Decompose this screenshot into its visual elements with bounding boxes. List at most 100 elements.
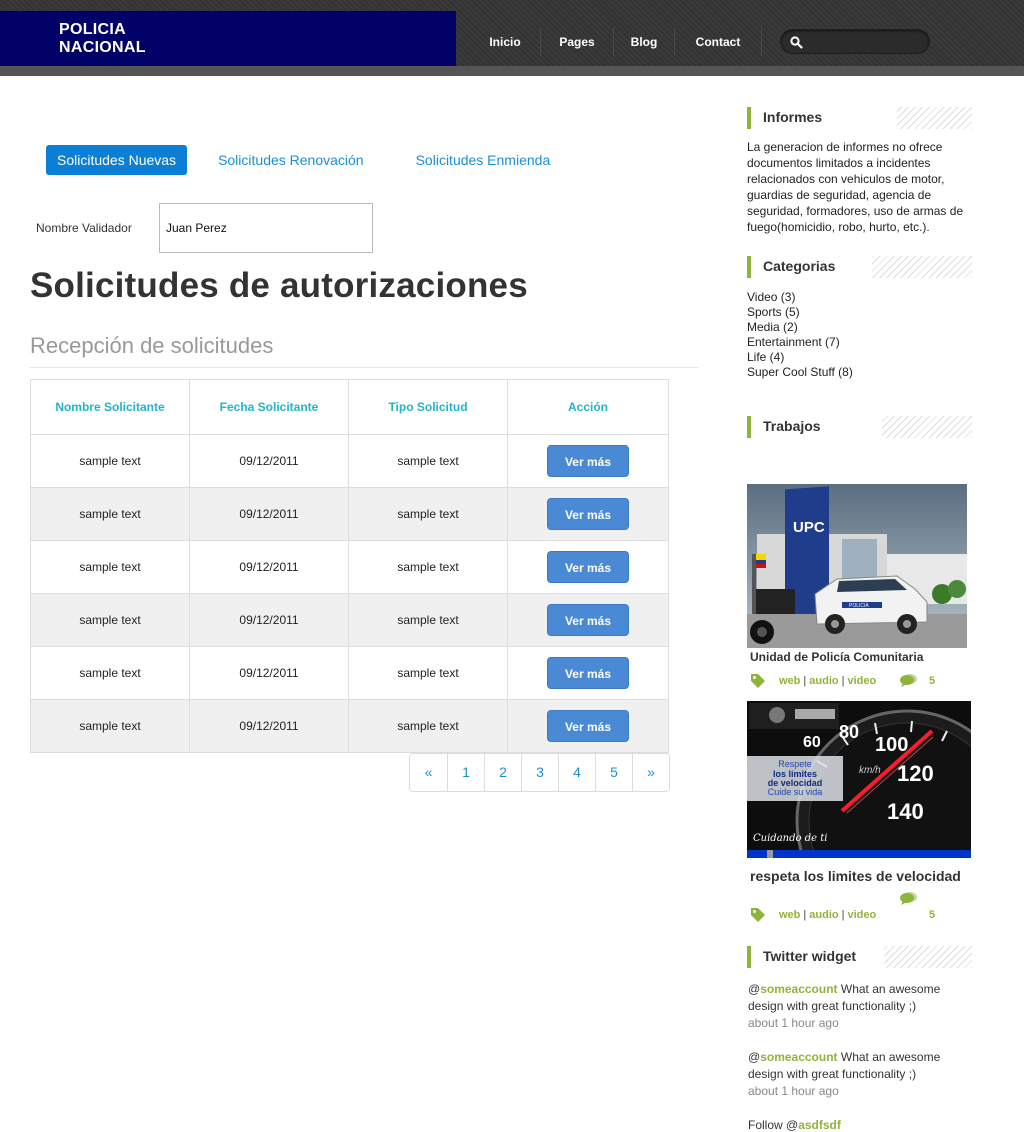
- nav-pages[interactable]: Pages: [541, 27, 613, 57]
- speed-label: 80: [839, 722, 859, 742]
- site-logo[interactable]: POLICIA NACIONAL: [0, 11, 456, 66]
- work-meta: web | audio | video 5: [750, 673, 950, 689]
- speed-photo[interactable]: 60 80 100 120 140 km/h Respete los límit…: [747, 701, 971, 858]
- accent-bar: [747, 256, 751, 278]
- speed-label: 60: [803, 734, 821, 751]
- pagination-prev[interactable]: «: [410, 754, 447, 791]
- tab-solicitudes-enmienda[interactable]: Solicitudes Enmienda: [405, 145, 562, 175]
- ver-mas-button[interactable]: Ver más: [547, 604, 629, 636]
- column-header-tipo: Tipo Solicitud: [348, 379, 508, 435]
- table-header-row: Nombre Solicitante Fecha Solicitante Tip…: [30, 379, 669, 435]
- nav-blog[interactable]: Blog: [614, 27, 674, 57]
- speed-label: 100: [875, 734, 908, 756]
- cell-tipo: sample text: [348, 593, 508, 647]
- ver-mas-button[interactable]: Ver más: [547, 551, 629, 583]
- twitter-follow: Follow @asdfsdf: [748, 1117, 978, 1132]
- column-header-fecha: Fecha Solicitante: [189, 379, 349, 435]
- widget-title-twitter: Twitter widget: [747, 946, 972, 968]
- cell-accion: Ver más: [507, 699, 669, 753]
- ver-mas-button[interactable]: Ver más: [547, 657, 629, 689]
- tweet-item: @someaccount What an awesome design with…: [748, 1049, 978, 1100]
- category-item[interactable]: Entertainment (7): [747, 335, 853, 350]
- tag-links: web | audio | video: [779, 909, 877, 921]
- column-header-nombre: Nombre Solicitante: [30, 379, 190, 435]
- tag-link-web[interactable]: web: [779, 909, 800, 921]
- cell-accion: Ver más: [507, 540, 669, 594]
- pagination: « 1 2 3 4 5 »: [409, 753, 670, 792]
- tag-link-web[interactable]: web: [779, 675, 800, 687]
- comment-bubble-icon: [900, 892, 917, 905]
- nav-inicio[interactable]: Inicio: [470, 27, 540, 57]
- tag-icon: [751, 674, 765, 688]
- cell-fecha: 09/12/2011: [189, 593, 349, 647]
- comment-count[interactable]: 5: [929, 675, 935, 687]
- accent-bar: [747, 416, 751, 438]
- table-row: sample text 09/12/2011 sample text Ver m…: [30, 593, 669, 647]
- cell-fecha: 09/12/2011: [189, 434, 349, 488]
- pagination-page-5[interactable]: 5: [595, 754, 632, 791]
- category-item[interactable]: Media (2): [747, 320, 853, 335]
- cell-accion: Ver más: [507, 487, 669, 541]
- section-subtitle: Recepción de solicitudes: [30, 333, 274, 358]
- divider: [30, 367, 698, 368]
- tag-link-video[interactable]: video: [847, 909, 876, 921]
- widget-title-categorias: Categorias: [747, 256, 972, 278]
- sign-line: Respete: [778, 759, 812, 769]
- tab-solicitudes-renovacion[interactable]: Solicitudes Renovación: [207, 145, 375, 175]
- police-car-label: POLICIA: [849, 603, 869, 609]
- cell-tipo: sample text: [348, 487, 508, 541]
- accent-bar: [747, 946, 751, 968]
- widget-heading: Twitter widget: [763, 948, 865, 964]
- cell-tipo: sample text: [348, 699, 508, 753]
- search-input[interactable]: [809, 33, 924, 51]
- informes-text: La generacion de informes no ofrece docu…: [747, 140, 964, 234]
- tweet-at: @: [748, 982, 761, 996]
- table-row: sample text 09/12/2011 sample text Ver m…: [30, 487, 669, 541]
- tag-link-audio[interactable]: audio: [809, 675, 838, 687]
- speedometer-illustration: 60 80 100 120 140 km/h Respete los límit…: [747, 701, 971, 858]
- footer-slogan: Cuidando de ti: [753, 833, 827, 844]
- widget-heading: Trabajos: [763, 418, 829, 434]
- search-box[interactable]: [780, 29, 930, 54]
- table-row: sample text 09/12/2011 sample text Ver m…: [30, 540, 669, 594]
- pagination-next[interactable]: »: [632, 754, 669, 791]
- nav-contact[interactable]: Contact: [675, 27, 761, 57]
- tweet-user-link[interactable]: someaccount: [760, 982, 837, 996]
- pagination-page-1[interactable]: 1: [447, 754, 484, 791]
- cell-accion: Ver más: [507, 646, 669, 700]
- follow-user-link[interactable]: asdfsdf: [798, 1118, 841, 1132]
- tweet-user-link[interactable]: someaccount: [760, 1050, 837, 1064]
- widget-heading: Informes: [763, 109, 831, 125]
- work-caption[interactable]: respeta los limites de velocidad: [750, 866, 970, 886]
- work-meta: web | audio | video 5: [750, 892, 950, 923]
- tab-solicitudes-nuevas[interactable]: Solicitudes Nuevas: [46, 145, 188, 175]
- widget-heading: Categorias: [763, 258, 844, 274]
- category-list: Video (3) Sports (5) Media (2) Entertain…: [747, 290, 853, 380]
- hatch-decoration: [882, 416, 972, 438]
- nav-divider: [761, 28, 762, 56]
- ver-mas-button[interactable]: Ver más: [547, 445, 629, 477]
- tag-link-audio[interactable]: audio: [809, 909, 838, 921]
- pagination-page-4[interactable]: 4: [558, 754, 595, 791]
- category-item[interactable]: Sports (5): [747, 305, 853, 320]
- sign-line: Cuide su vida: [768, 787, 823, 797]
- cell-tipo: sample text: [348, 646, 508, 700]
- hatch-decoration: [872, 256, 972, 278]
- category-item[interactable]: Super Cool Stuff (8): [747, 365, 853, 380]
- ver-mas-button[interactable]: Ver más: [547, 710, 629, 742]
- widget-title-informes: Informes: [747, 107, 972, 129]
- ver-mas-button[interactable]: Ver más: [547, 498, 629, 530]
- accent-bar: [747, 107, 751, 129]
- tweet-time[interactable]: about 1 hour ago: [748, 1016, 839, 1030]
- category-item[interactable]: Life (4): [747, 350, 853, 365]
- upc-photo[interactable]: UPC POLICIA: [747, 484, 967, 648]
- comment-count[interactable]: 5: [929, 909, 935, 921]
- validator-name-input[interactable]: [159, 203, 373, 253]
- category-item[interactable]: Video (3): [747, 290, 853, 305]
- tag-link-video[interactable]: video: [847, 675, 876, 687]
- hatch-decoration: [884, 946, 972, 968]
- pagination-page-3[interactable]: 3: [521, 754, 558, 791]
- tweet-time[interactable]: about 1 hour ago: [748, 1084, 839, 1098]
- work-caption[interactable]: Unidad de Policía Comunitaria: [750, 650, 923, 664]
- pagination-page-2[interactable]: 2: [484, 754, 521, 791]
